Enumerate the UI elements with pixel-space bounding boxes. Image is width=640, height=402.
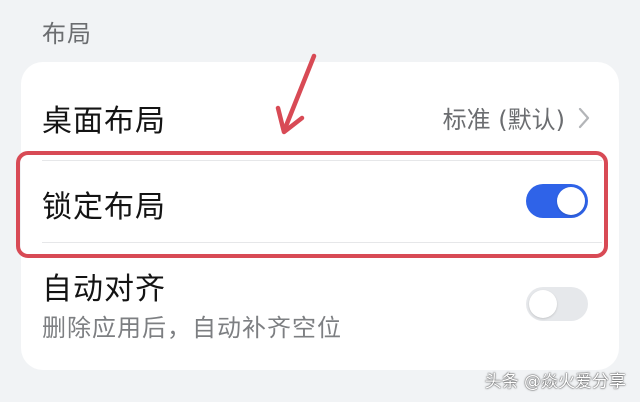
lock-layout-row: 锁定布局 — [21, 160, 619, 242]
watermark: 头条 @焱火爱分享 — [484, 372, 626, 392]
toggle-knob — [557, 187, 585, 215]
divider — [42, 242, 602, 243]
desktop-layout-value: 标准 (默认) — [442, 106, 565, 134]
auto-align-row: 自动对齐 删除应用后，自动补齐空位 — [21, 254, 619, 358]
settings-page: 布局 桌面布局 标准 (默认) 锁定布局 自动对齐 删除应用后，自动补齐空位 头… — [0, 0, 640, 402]
desktop-layout-row[interactable]: 桌面布局 标准 (默认) — [21, 62, 619, 166]
desktop-layout-title: 桌面布局 — [42, 104, 166, 139]
auto-align-title: 自动对齐 — [42, 272, 166, 307]
lock-layout-toggle[interactable] — [526, 184, 588, 218]
chevron-right-icon — [578, 107, 590, 128]
layout-settings-card: 桌面布局 标准 (默认) 锁定布局 自动对齐 删除应用后，自动补齐空位 — [21, 62, 619, 370]
auto-align-subtitle: 删除应用后，自动补齐空位 — [42, 314, 342, 342]
lock-layout-title: 锁定布局 — [42, 190, 166, 225]
toggle-knob — [529, 290, 557, 318]
desktop-layout-value-wrap: 标准 (默认) — [443, 100, 591, 135]
auto-align-toggle[interactable] — [526, 287, 588, 321]
section-title: 布局 — [42, 20, 92, 48]
